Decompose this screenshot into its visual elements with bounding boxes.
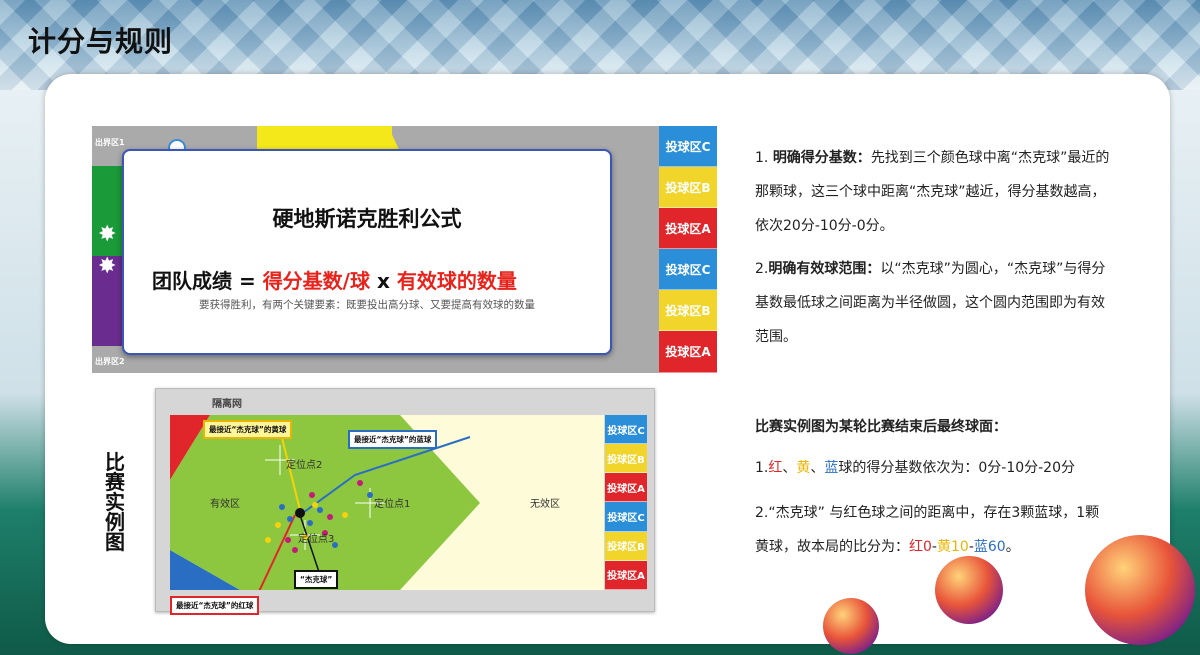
position-point-2: 定位点2 (286, 460, 323, 471)
example-side-label: 比赛实例图 (105, 450, 125, 554)
out-zone-1-label: 出界区1 (95, 138, 125, 147)
formula-operator: x (370, 269, 397, 293)
callout-red-ball: 最接近“杰克球”的红球 (170, 596, 260, 615)
blue-word: 蓝 (824, 460, 839, 476)
formula-left: 团队成绩 = (152, 269, 263, 293)
throw-zone-c: 投球区C (659, 126, 717, 168)
callout-jack-ball: “杰克球” (294, 570, 339, 589)
formula-subtitle: 要获得胜利，有两个关键要素：既要投出高分球、又要提高有效球的数量 (199, 299, 535, 311)
valid-zone-label: 有效区 (210, 499, 240, 510)
throw-zone-c: 投球区C (605, 415, 647, 445)
rule-2-number: 2. (755, 261, 769, 277)
example-2: 2.“杰克球” 与红色球之间的距离中，存在3颗蓝球，1颗黄球，故本局的比分为：红… (755, 496, 1105, 564)
throw-zone-strip-top: 投球区C 投球区B 投球区A 投球区C 投球区B 投球区A (659, 126, 717, 373)
formula-line: 团队成绩 = 得分基数/球 x 有效球的数量 (152, 265, 517, 294)
callout-blue-ball: 最接近“杰克球”的蓝球 (348, 430, 438, 449)
decorative-ball-icon (1085, 535, 1195, 645)
score-blue: 蓝60 (973, 539, 1006, 555)
example-title: 比赛实例图为某轮比赛结束后最终球面： (755, 419, 1007, 435)
yellow-word: 黄 (796, 460, 811, 476)
throw-zone-c: 投球区C (659, 249, 717, 291)
example-1: 1.红、黄、蓝球的得分基数依次为：0分-10分-20分 (755, 451, 1135, 485)
star-icon: ✸ (98, 222, 117, 247)
score-yellow: 黄10 (936, 539, 969, 555)
rule-2-heading: 明确有效球范围： (768, 261, 881, 277)
throw-zone-a: 投球区A (605, 560, 647, 590)
throw-zone-b: 投球区B (659, 167, 717, 209)
page-title: 计分与规则 (28, 25, 174, 58)
throw-zone-a: 投球区A (605, 473, 647, 503)
decorative-ball-icon (823, 598, 879, 654)
formula-term-2: 有效球的数量 (396, 269, 517, 293)
rule-1-number: 1. (755, 150, 773, 166)
throw-zone-b: 投球区B (605, 531, 647, 561)
invalid-zone-label: 无效区 (530, 499, 560, 510)
throw-zone-a: 投球区A (659, 208, 717, 250)
decorative-ball-icon (935, 556, 1003, 624)
throw-zone-b: 投球区B (605, 444, 647, 474)
rule-2: 2.明确有效球范围：以“杰克球”为圆心，“杰克球”与得分基数最低球之间距离为半径… (755, 252, 1115, 354)
callout-yellow-ball: 最接近“杰克球”的黄球 (203, 420, 293, 439)
separator: 、 (782, 460, 797, 476)
throw-zone-a: 投球区A (659, 331, 717, 373)
formula-title: 硬地斯诺克胜利公式 (272, 207, 462, 231)
court-diagram-bottom: 隔离网 有效区 无效区 定位点2 定位点1 定位点3 投球区C 投球区B 投球区… (155, 388, 655, 615)
throw-zone-c: 投球区C (605, 502, 647, 532)
out-zone-2-label: 出界区2 (95, 357, 125, 366)
example-1-number: 1. (755, 460, 769, 476)
throw-zone-strip-bottom: 投球区C 投球区B 投球区A 投球区C 投球区B 投球区A (605, 415, 647, 590)
red-word: 红 (768, 460, 783, 476)
formula-term-1: 得分基数/球 (262, 269, 370, 293)
rule-1: 1. 明确得分基数：先找到三个颜色球中离“杰克球”最近的那颗球，这三个球中距离“… (755, 141, 1115, 243)
formula-card: 硬地斯诺克胜利公式 团队成绩 = 得分基数/球 x 有效球的数量 要获得胜利，有… (122, 149, 612, 355)
star-icon: ✸ (98, 254, 117, 279)
position-point-1: 定位点1 (374, 499, 411, 510)
throw-zone-b: 投球区B (659, 290, 717, 332)
example-1-text: 球的得分基数依次为：0分-10分-20分 (838, 460, 1075, 476)
sentence-end: 。 (1005, 539, 1020, 555)
score-red: 红0 (909, 539, 932, 555)
separator: 、 (810, 460, 825, 476)
net-label: 隔离网 (212, 399, 242, 410)
position-point-3: 定位点3 (298, 534, 335, 545)
rule-1-heading: 明确得分基数： (772, 150, 871, 166)
